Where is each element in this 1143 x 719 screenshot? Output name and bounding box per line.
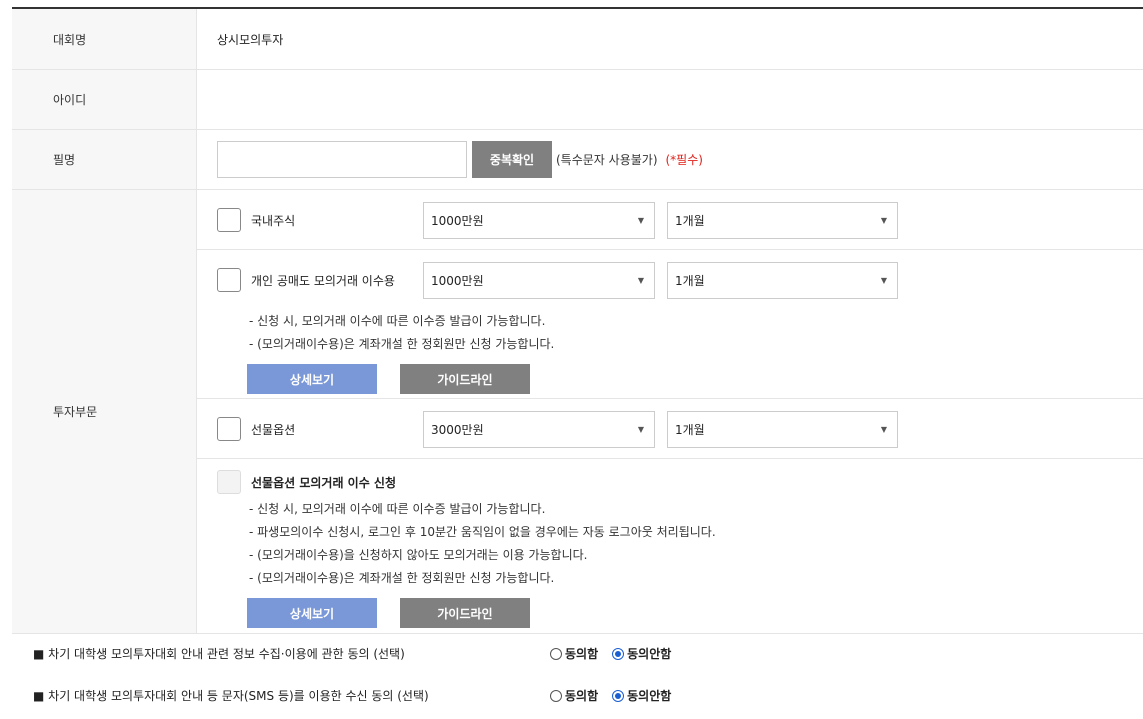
futures-checkbox[interactable] — [217, 417, 241, 441]
futures-apply-notes: - 신청 시, 모의거래 이수에 따른 이수증 발급이 가능합니다. - 파생모… — [217, 498, 1143, 590]
radio-unchecked-icon — [550, 689, 562, 702]
radio-label: 동의안함 — [627, 647, 672, 661]
invest-short-sale: 개인 공매도 모의거래 이수용 1000만원 ▼ 1개월 ▼ - 신청 시, 모… — [197, 250, 1143, 399]
futures-label: 선물옵션 — [251, 422, 296, 437]
futures-period-select[interactable]: 1개월 ▼ — [667, 410, 898, 448]
short-sale-detail-button[interactable]: 상세보기 — [247, 364, 377, 394]
chevron-down-icon: ▼ — [880, 424, 887, 434]
futures-apply-title: 선물옵션 모의거래 이수 신청 — [251, 475, 397, 490]
consent-sms: ■ 차기 대학생 모의투자대회 안내 등 문자(SMS 등)를 이용한 수신 동… — [33, 687, 1133, 704]
short-sale-period-value: 1개월 — [675, 273, 705, 288]
contest-value: 상시모의투자 — [217, 32, 284, 47]
radio-label: 동의함 — [565, 689, 599, 703]
consent-info-collection: ■ 차기 대학생 모의투자대회 안내 관련 정보 수집·이용에 관한 동의 (선… — [33, 645, 1133, 662]
radio-unchecked-icon — [550, 647, 562, 660]
consent-disagree-radio[interactable]: 동의안함 — [612, 687, 671, 704]
consent-agree-radio[interactable]: 동의함 — [550, 645, 598, 662]
short-sale-guide-button[interactable]: 가이드라인 — [400, 364, 530, 394]
futures-apply-buttons: 상세보기 가이드라인 — [217, 598, 1143, 628]
invest-label: 투자부문 — [12, 190, 197, 633]
domestic-label: 국내주식 — [251, 213, 296, 228]
chevron-down-icon: ▼ — [637, 275, 644, 285]
short-sale-buttons: 상세보기 가이드라인 — [217, 364, 1143, 394]
consent-radio-group: 동의함 동의안함 — [550, 645, 685, 662]
radio-label: 동의함 — [565, 647, 599, 661]
row-nickname: 필명 중복확인 (특수문자 사용불가) (*필수) — [12, 130, 1143, 190]
futures-apply-checkbox[interactable] — [217, 470, 241, 494]
invest-domestic: 국내주식 1000만원 ▼ 1개월 ▼ — [197, 190, 1143, 250]
invest-futures: 선물옵션 3000만원 ▼ 1개월 ▼ — [197, 399, 1143, 459]
nickname-cell: 중복확인 (특수문자 사용불가) (*필수) — [197, 130, 1143, 189]
short-sale-period-select[interactable]: 1개월 ▼ — [667, 261, 898, 299]
domestic-period-value: 1개월 — [675, 213, 705, 228]
chevron-down-icon: ▼ — [637, 424, 644, 434]
short-sale-checkbox[interactable] — [217, 268, 241, 292]
nickname-input[interactable] — [217, 141, 467, 178]
consent-text: ■ 차기 대학생 모의투자대회 안내 관련 정보 수집·이용에 관한 동의 (선… — [33, 647, 405, 661]
short-sale-note: - (모의거래이수용)은 계좌개설 한 정회원만 신청 가능합니다. — [249, 337, 555, 351]
futures-apply-note: - (모의거래이수용)을 신청하지 않아도 모의거래는 이용 가능합니다. — [249, 548, 588, 562]
nickname-note: (특수문자 사용불가) — [556, 153, 658, 167]
duplicate-check-button[interactable]: 중복확인 — [472, 141, 552, 178]
row-contest: 대회명 상시모의투자 — [12, 9, 1143, 70]
nickname-required: (*필수) — [665, 153, 703, 167]
contest-label: 대회명 — [12, 9, 197, 69]
futures-apply-note: - (모의거래이수용)은 계좌개설 한 정회원만 신청 가능합니다. — [249, 571, 555, 585]
id-label: 아이디 — [12, 70, 197, 129]
futures-apply-note: - 파생모의이수 신청시, 로그인 후 10분간 움직임이 없을 경우에는 자동… — [249, 525, 716, 539]
application-form: 대회명 상시모의투자 아이디 필명 중복확인 (특수문자 사용불가) (*필수)… — [12, 7, 1143, 634]
nickname-label: 필명 — [12, 130, 197, 189]
chevron-down-icon: ▼ — [637, 215, 644, 225]
id-value — [197, 70, 1143, 129]
futures-apply: 선물옵션 모의거래 이수 신청 - 신청 시, 모의거래 이수에 따른 이수증 … — [197, 459, 1143, 633]
row-invest: 투자부문 국내주식 1000만원 ▼ 1개월 ▼ 개인 공매도 모의거래 이수용… — [12, 190, 1143, 634]
futures-apply-note: - 신청 시, 모의거래 이수에 따른 이수증 발급이 가능합니다. — [249, 502, 546, 516]
row-id: 아이디 — [12, 70, 1143, 130]
consent-text: ■ 차기 대학생 모의투자대회 안내 등 문자(SMS 등)를 이용한 수신 동… — [33, 689, 429, 703]
short-sale-amount-select[interactable]: 1000만원 ▼ — [423, 261, 655, 299]
consent-disagree-radio[interactable]: 동의안함 — [612, 645, 671, 662]
radio-checked-icon — [612, 689, 625, 702]
chevron-down-icon: ▼ — [880, 215, 887, 225]
domestic-checkbox[interactable] — [217, 208, 241, 232]
domestic-amount-select[interactable]: 1000만원 ▼ — [423, 201, 655, 239]
domestic-amount-value: 1000만원 — [431, 213, 484, 228]
invest-cell: 국내주식 1000만원 ▼ 1개월 ▼ 개인 공매도 모의거래 이수용 1000… — [197, 190, 1143, 633]
futures-period-value: 1개월 — [675, 422, 705, 437]
short-sale-notes: - 신청 시, 모의거래 이수에 따른 이수증 발급이 가능합니다. - (모의… — [217, 310, 1143, 356]
futures-guide-button[interactable]: 가이드라인 — [400, 598, 530, 628]
consent-radio-group: 동의함 동의안함 — [550, 687, 685, 704]
consent-agree-radio[interactable]: 동의함 — [550, 687, 598, 704]
futures-detail-button[interactable]: 상세보기 — [247, 598, 377, 628]
short-sale-amount-value: 1000만원 — [431, 273, 484, 288]
short-sale-label: 개인 공매도 모의거래 이수용 — [251, 273, 395, 288]
chevron-down-icon: ▼ — [880, 275, 887, 285]
futures-amount-select[interactable]: 3000만원 ▼ — [423, 410, 655, 448]
domestic-period-select[interactable]: 1개월 ▼ — [667, 201, 898, 239]
short-sale-note: - 신청 시, 모의거래 이수에 따른 이수증 발급이 가능합니다. — [249, 314, 546, 328]
radio-checked-icon — [612, 647, 625, 660]
futures-amount-value: 3000만원 — [431, 422, 484, 437]
radio-label: 동의안함 — [627, 689, 672, 703]
